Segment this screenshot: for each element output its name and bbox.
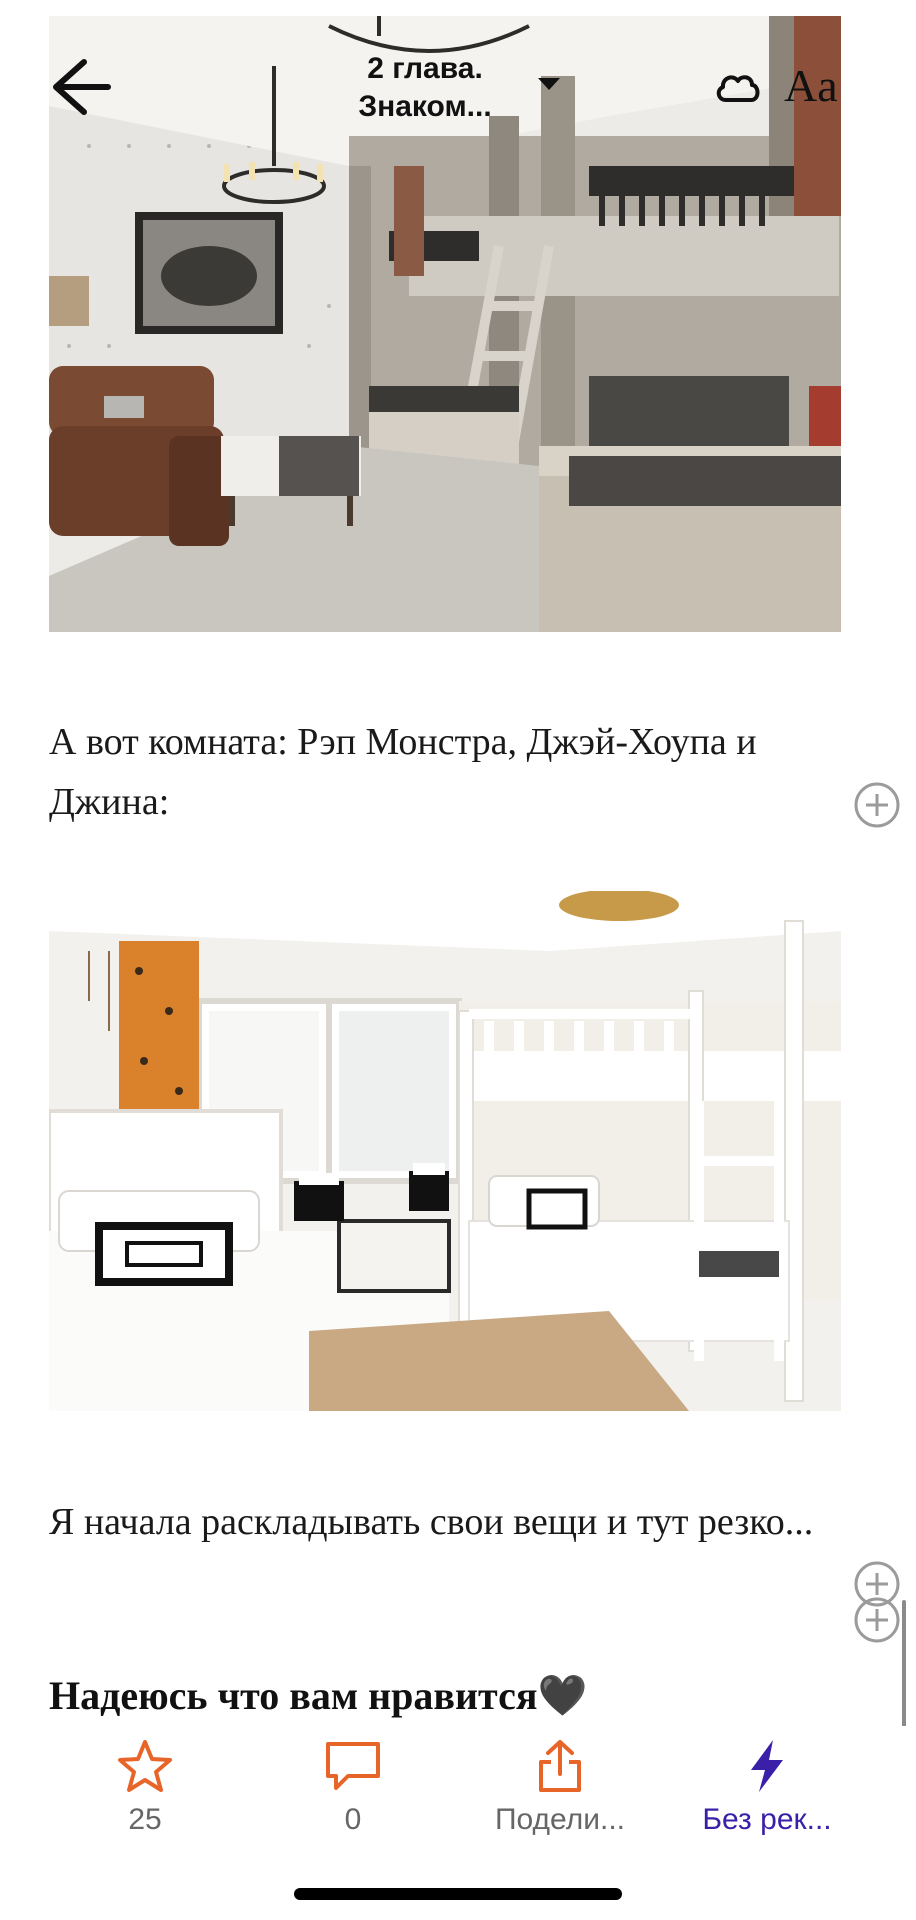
home-indicator[interactable] bbox=[294, 1888, 622, 1900]
speech-bubble-icon bbox=[326, 1742, 380, 1790]
story-paragraph: Я начала раскладывать свои вещи и тут ре… bbox=[49, 1501, 814, 1543]
star-icon bbox=[118, 1740, 172, 1792]
inline-comment-button[interactable] bbox=[853, 1596, 901, 1644]
share-icon bbox=[539, 1740, 581, 1792]
vote-count: 25 bbox=[128, 1803, 162, 1836]
story-paragraph: А вот комната: Рэп Монстра, Джэй-Хоупа и… bbox=[49, 721, 757, 823]
back-button[interactable] bbox=[44, 54, 114, 120]
chapter-title-line1: 2 глава. bbox=[367, 52, 483, 85]
share-label: Подели... bbox=[494, 1803, 626, 1836]
lightning-icon bbox=[751, 1740, 783, 1792]
comments-button[interactable]: 0 bbox=[253, 1738, 453, 1838]
caret-down-icon[interactable] bbox=[538, 78, 560, 90]
inline-comment-button[interactable] bbox=[853, 781, 901, 829]
font-size-icon[interactable]: Aa bbox=[784, 60, 838, 112]
chapter-selector[interactable]: 2 глава. Знаком... bbox=[320, 50, 530, 126]
no-ads-label: Без рек... bbox=[702, 1803, 832, 1836]
offline-download-button[interactable] bbox=[714, 66, 762, 106]
share-button[interactable]: Подели... bbox=[460, 1738, 660, 1838]
bunk-room-photo-white bbox=[49, 891, 841, 1411]
bottom-action-bar: 25 0 Подели... Без рек... bbox=[0, 1726, 916, 1886]
plus-circle-icon bbox=[854, 1597, 900, 1643]
vote-button[interactable]: 25 bbox=[45, 1738, 245, 1838]
closing-line: Надеюсь что вам нравится🖤 bbox=[49, 1673, 588, 1718]
no-ads-button[interactable]: Без рек... bbox=[667, 1738, 867, 1838]
comment-count: 0 bbox=[344, 1803, 362, 1836]
plus-circle-icon bbox=[854, 782, 900, 828]
cloud-icon bbox=[716, 75, 760, 102]
arrow-left-icon bbox=[53, 59, 111, 115]
chapter-title-line2: Знаком... bbox=[358, 90, 492, 123]
